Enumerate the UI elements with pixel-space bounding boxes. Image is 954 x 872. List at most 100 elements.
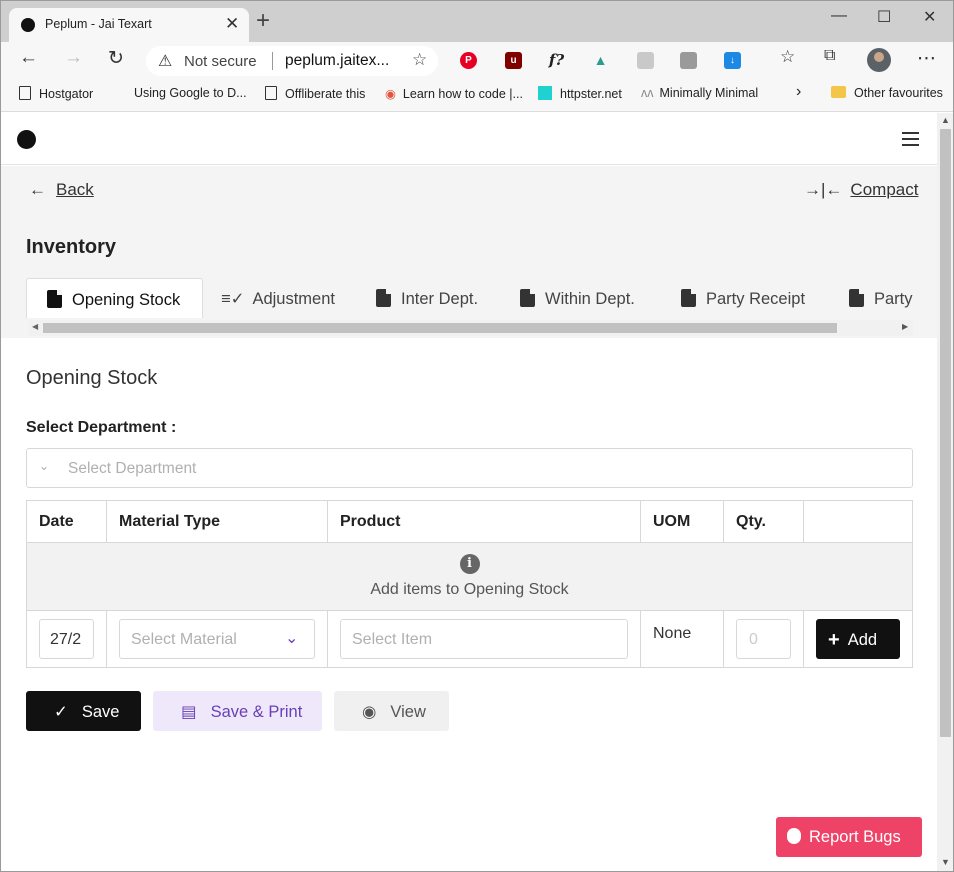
reload-icon[interactable]: ↻ [108, 47, 124, 70]
page-scroll-thumb[interactable] [940, 129, 951, 737]
address-bar[interactable]: ⚠ Not secure peplum.jaitex... ☆ [146, 46, 438, 76]
page-scrollbar[interactable]: ▲ ▼ [937, 113, 953, 871]
report-bugs-button[interactable]: Report Bugs [776, 817, 922, 857]
printer-icon: ▤ [181, 703, 197, 721]
bookmark-other-favourites[interactable]: Other favourites [831, 86, 943, 100]
uom-value: None [653, 625, 692, 642]
screenshot-extension-icon[interactable] [637, 52, 654, 69]
table-header-row: Date Material Type Product UOM Qty. [26, 500, 913, 543]
download-icon[interactable]: ↓ [724, 52, 741, 69]
arrow-left-icon: ← [29, 180, 46, 199]
pinterest-icon[interactable]: P [460, 52, 477, 69]
material-select[interactable]: Select Material ⌄ [119, 619, 315, 659]
collections-icon[interactable]: ⧉ [824, 47, 835, 65]
tab-within-dept[interactable]: Within Dept. [520, 278, 635, 318]
maximize-icon[interactable]: ☐ [877, 7, 891, 27]
favourites-icon[interactable]: ☆ [780, 47, 795, 67]
browser-tab[interactable]: Peplum - Jai Texart ✕ [9, 8, 249, 42]
document-export-icon [376, 289, 391, 307]
tab-party[interactable]: Party [849, 278, 913, 318]
qty-input[interactable]: 0 [736, 619, 791, 659]
check-icon: ✓ [54, 703, 68, 721]
inventory-tabs: Opening Stock ≡✓ Adjustment Inter Dept. W… [26, 278, 913, 320]
add-button[interactable]: + Add [816, 619, 900, 659]
forward-arrow-icon[interactable]: → [64, 47, 83, 69]
page-icon [19, 86, 31, 100]
column-header-action [803, 500, 913, 543]
back-arrow-icon[interactable]: ← [19, 47, 38, 69]
action-cell: + Add [803, 610, 913, 668]
tab-adjustment[interactable]: ≡✓ Adjustment [221, 278, 335, 318]
eye-icon: ◉ [362, 703, 377, 721]
section-title: Opening Stock [26, 367, 158, 389]
entry-row: 27/2 Select Material ⌄ Select Item None 0… [26, 610, 913, 668]
more-menu-icon[interactable]: ⋯ [917, 47, 936, 70]
chevron-right-icon[interactable]: › [796, 83, 801, 101]
document-transfer-icon [520, 289, 535, 307]
department-placeholder: Select Department [68, 460, 197, 477]
scroll-left-icon[interactable]: ◀ [32, 322, 38, 331]
department-select[interactable]: ⌄ Select Department [26, 448, 913, 488]
save-button[interactable]: ✓ Save [26, 691, 141, 731]
tabs-scrollbar[interactable]: ◀ ▶ [29, 320, 913, 336]
bookmark-learn-code[interactable]: ◉ Learn how to code |... [385, 86, 523, 101]
warning-icon: ⚠ [158, 53, 173, 70]
empty-state-row: i Add items to Opening Stock [26, 542, 913, 611]
scroll-up-icon[interactable]: ▲ [941, 115, 950, 125]
qty-cell: 0 [723, 610, 804, 668]
scroll-right-icon[interactable]: ▶ [902, 322, 908, 331]
vue-devtools-icon[interactable]: ▲ [592, 52, 609, 69]
scroll-thumb[interactable] [43, 323, 837, 333]
scroll-down-icon[interactable]: ▼ [941, 857, 950, 867]
bug-icon [787, 828, 801, 844]
pages-extension-icon[interactable] [680, 52, 697, 69]
info-icon: i [459, 554, 480, 574]
page-icon [265, 86, 277, 100]
divider [272, 52, 273, 70]
url-text[interactable]: peplum.jaitex... [285, 52, 389, 70]
back-link[interactable]: ← Back [29, 180, 94, 200]
httpster-icon [538, 86, 552, 100]
new-tab-icon[interactable]: + [256, 9, 270, 33]
chevron-down-icon: ⌄ [39, 459, 50, 473]
close-window-icon[interactable]: ✕ [923, 7, 936, 27]
column-header-product: Product [327, 500, 641, 543]
ublock-icon[interactable]: u [505, 52, 522, 69]
column-header-material-type: Material Type [106, 500, 328, 543]
column-header-date: Date [26, 500, 107, 543]
empty-state-cell: i Add items to Opening Stock [26, 542, 913, 611]
font-extension-icon[interactable]: f? [548, 52, 565, 69]
bookmark-httpster[interactable]: httpster.net [538, 86, 622, 101]
tab-opening-stock[interactable]: Opening Stock [26, 278, 203, 318]
minimize-icon[interactable]: — [831, 7, 847, 25]
inventory-header: ← Back →|← Compact Inventory Opening Stock… [1, 166, 937, 338]
profile-avatar[interactable] [867, 48, 891, 72]
list-check-icon: ≡✓ [221, 290, 245, 308]
bookmark-google[interactable]: Using Google to D... [134, 86, 247, 100]
item-select[interactable]: Select Item [340, 619, 628, 659]
app-logo[interactable] [17, 130, 36, 149]
tab-party-receipt[interactable]: Party Receipt [681, 278, 805, 318]
bookmark-hostgator[interactable]: Hostgator [19, 86, 93, 101]
save-print-button[interactable]: ▤ Save & Print [153, 691, 322, 731]
chrome-icon: ◉ [385, 87, 396, 101]
app-header [1, 113, 937, 165]
add-favourite-icon[interactable]: ☆ [412, 50, 427, 70]
bookmark-minimally[interactable]: ʌʌ Minimally Minimal [641, 86, 758, 100]
hamburger-menu-icon[interactable] [902, 132, 919, 150]
department-label: Select Department : [26, 419, 177, 436]
page-viewport: ← Back →|← Compact Inventory Opening Stock… [1, 113, 937, 871]
empty-message: Add items to Opening Stock [370, 581, 569, 598]
column-header-uom: UOM [640, 500, 724, 543]
view-button[interactable]: ◉ View [334, 691, 449, 731]
close-tab-icon[interactable]: ✕ [225, 14, 239, 34]
title-bar: Peplum - Jai Texart ✕ + — ☐ ✕ [1, 1, 953, 42]
wave-icon: ʌʌ [641, 86, 654, 100]
document-receipt-icon [681, 289, 696, 307]
tab-inter-dept[interactable]: Inter Dept. [376, 278, 478, 318]
bookmark-offliberate[interactable]: Offliberate this [265, 86, 365, 101]
security-label: Not secure [184, 53, 257, 70]
date-input[interactable]: 27/2 [39, 619, 94, 659]
compact-toggle[interactable]: →|← Compact [804, 180, 918, 200]
favicon-icon [21, 18, 35, 32]
